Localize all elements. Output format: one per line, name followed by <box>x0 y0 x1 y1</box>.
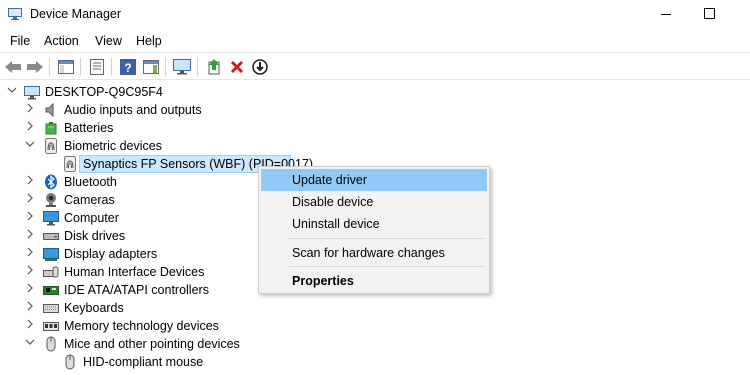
menu-item-disable-device[interactable]: Disable device <box>261 191 487 213</box>
tree-item-label: Keyboards <box>64 301 124 315</box>
tree-item-label: Biometric devices <box>64 139 162 153</box>
menu-item-update-driver[interactable]: Update driver <box>261 169 487 191</box>
speaker-icon <box>43 102 59 118</box>
tree-item-biometric[interactable]: Biometric devices <box>0 137 750 155</box>
chevron-right-icon[interactable] <box>24 301 36 315</box>
menu-separator <box>289 238 485 239</box>
properties-icon[interactable] <box>88 58 106 76</box>
tree-item-label: Audio inputs and outputs <box>64 103 202 117</box>
camera-icon <box>43 192 59 208</box>
menu-item-scan-hardware[interactable]: Scan for hardware changes <box>261 242 487 264</box>
menu-item-label: Properties <box>292 274 354 288</box>
memory-icon <box>43 318 59 334</box>
chevron-right-icon[interactable] <box>24 247 36 261</box>
tree-item-audio[interactable]: Audio inputs and outputs <box>0 101 750 119</box>
help-icon[interactable]: ? <box>119 58 137 76</box>
keyboard-icon <box>43 300 59 316</box>
computer-icon <box>24 84 40 100</box>
disable-icon[interactable] <box>251 58 269 76</box>
battery-icon <box>43 120 59 136</box>
hid-icon <box>43 264 59 280</box>
show-hide-tree-icon[interactable] <box>57 58 75 76</box>
tree-item-label: Bluetooth <box>64 175 117 189</box>
tree-item-label: Display adapters <box>64 247 158 261</box>
tree-item-label: Computer <box>64 211 119 225</box>
menu-item-properties[interactable]: Properties <box>261 270 487 292</box>
title-bar: Device Manager <box>0 0 750 30</box>
update-driver-icon[interactable] <box>205 58 223 76</box>
chevron-right-icon[interactable] <box>24 103 36 117</box>
tree-root-label: DESKTOP-Q9C95F4 <box>45 85 163 99</box>
menu-help[interactable]: Help <box>136 34 162 48</box>
mouse-icon <box>43 336 59 352</box>
chevron-right-icon[interactable] <box>24 193 36 207</box>
chevron-right-icon[interactable] <box>24 283 36 297</box>
uninstall-icon[interactable] <box>228 58 246 76</box>
tree-item-label: Cameras <box>64 193 115 207</box>
computer-icon <box>43 210 59 226</box>
chevron-right-icon[interactable] <box>24 229 36 243</box>
maximize-button[interactable] <box>704 8 715 19</box>
bluetooth-icon <box>43 174 59 190</box>
menu-action[interactable]: Action <box>44 34 79 48</box>
menu-item-label: Update driver <box>292 173 368 187</box>
mouse-icon <box>62 354 78 370</box>
menu-item-label: Uninstall device <box>292 217 380 231</box>
chevron-right-icon[interactable] <box>24 319 36 333</box>
fingerprint-icon <box>43 138 59 154</box>
tree-item-memory[interactable]: Memory technology devices <box>0 317 750 335</box>
fingerprint-icon <box>62 156 78 172</box>
toolbar: ? <box>0 52 750 80</box>
tree-item-label: Memory technology devices <box>64 319 219 333</box>
menu-item-label: Disable device <box>292 195 374 209</box>
tree-item-mice[interactable]: Mice and other pointing devices <box>0 335 750 353</box>
menu-separator <box>289 266 485 267</box>
chevron-down-icon[interactable] <box>6 85 18 99</box>
chevron-right-icon[interactable] <box>24 265 36 279</box>
chevron-down-icon[interactable] <box>24 337 36 351</box>
tree-item-hid-mouse[interactable]: HID-compliant mouse <box>0 353 750 371</box>
menu-item-uninstall-device[interactable]: Uninstall device <box>261 213 487 235</box>
menu-view[interactable]: View <box>95 34 122 48</box>
tree-item-label: Disk drives <box>64 229 126 243</box>
menu-file[interactable]: File <box>10 34 30 48</box>
tree-item-label: Mice and other pointing devices <box>64 337 240 351</box>
device-manager-icon <box>8 8 22 20</box>
tree-item-keyboards[interactable]: Keyboards <box>0 299 750 317</box>
tree-item-label: Batteries <box>64 121 114 135</box>
context-menu: Update driver Disable device Uninstall d… <box>258 166 490 294</box>
tree-item-batteries[interactable]: Batteries <box>0 119 750 137</box>
tree-root[interactable]: DESKTOP-Q9C95F4 <box>0 83 750 101</box>
window-title: Device Manager <box>30 7 122 21</box>
chevron-right-icon[interactable] <box>24 211 36 225</box>
chevron-right-icon[interactable] <box>24 121 36 135</box>
menu-item-label: Scan for hardware changes <box>292 246 445 260</box>
action-pane-icon[interactable] <box>142 58 160 76</box>
ide-controller-icon <box>43 282 59 298</box>
back-arrow-icon[interactable] <box>4 58 22 76</box>
minimize-button[interactable] <box>661 14 671 15</box>
tree-item-label: HID-compliant mouse <box>83 355 204 369</box>
chevron-right-icon[interactable] <box>24 175 36 189</box>
tree-item-label: Human Interface Devices <box>64 265 205 279</box>
monitor-icon[interactable] <box>173 58 191 76</box>
chevron-down-icon[interactable] <box>24 139 36 153</box>
disk-drive-icon <box>43 228 59 244</box>
tree-item-label: IDE ATA/ATAPI controllers <box>64 283 209 297</box>
svg-text:?: ? <box>124 61 131 75</box>
display-adapter-icon <box>43 246 59 262</box>
forward-arrow-icon[interactable] <box>26 58 44 76</box>
menu-bar: File Action View Help <box>0 30 750 52</box>
